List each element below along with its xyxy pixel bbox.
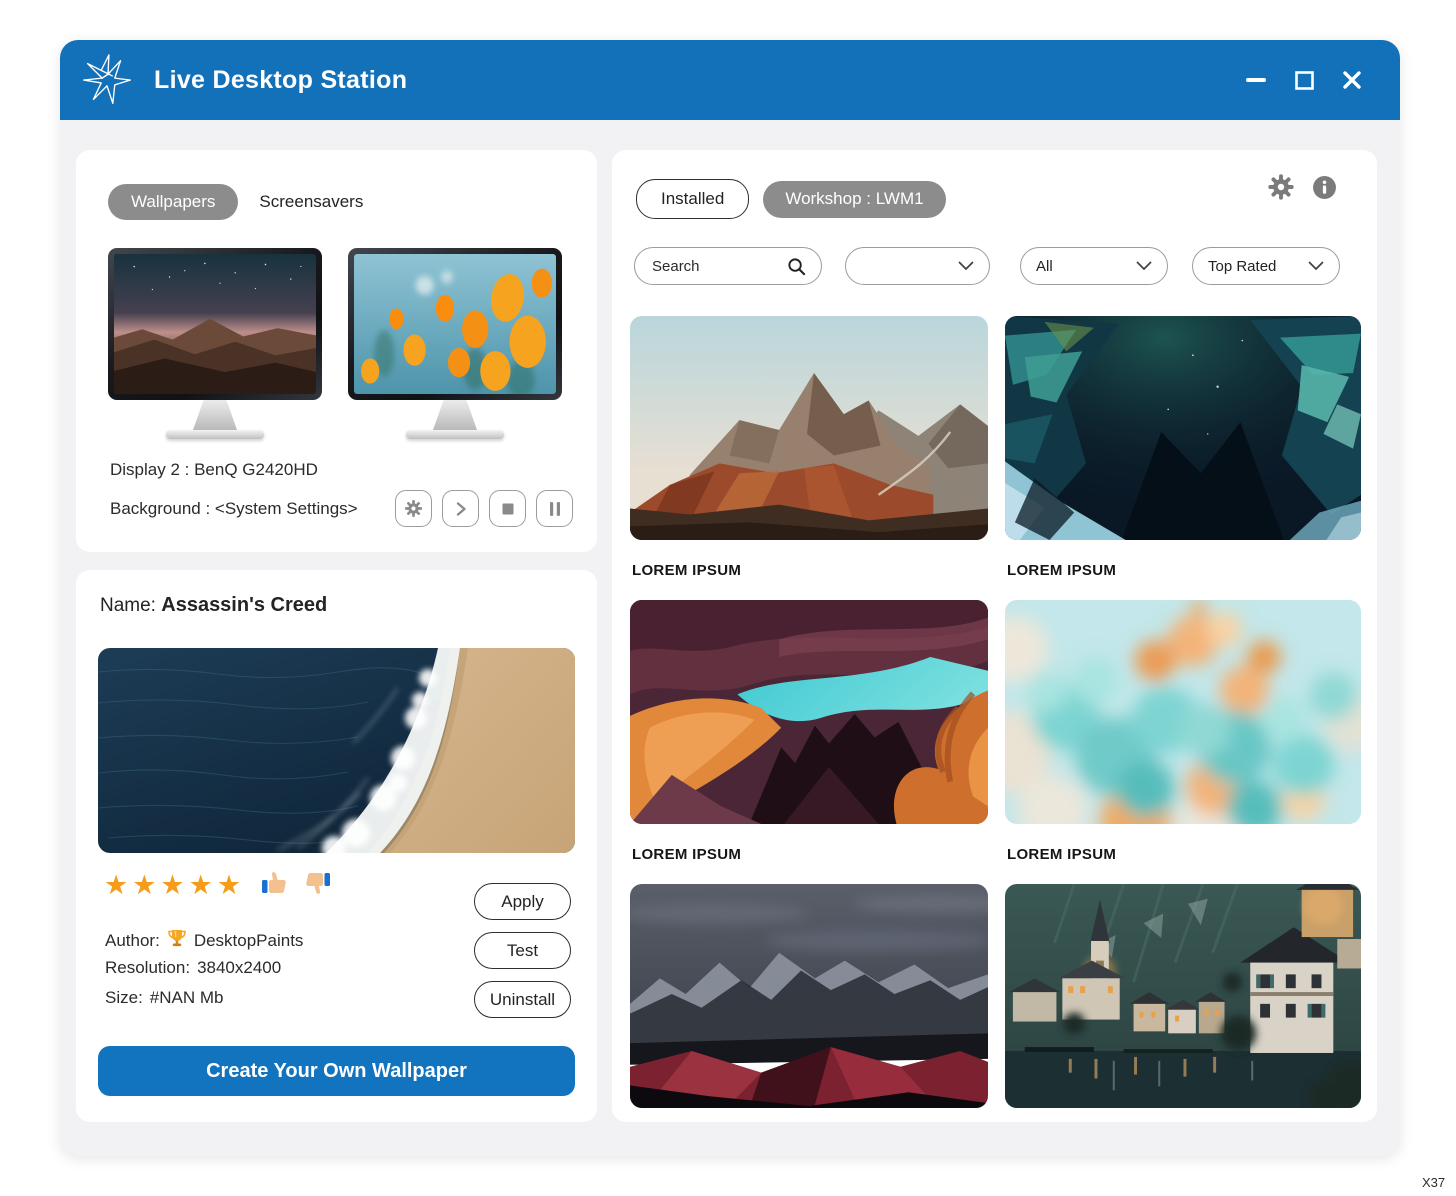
gear-icon	[1268, 174, 1294, 200]
wallpaper-name-line: Name: Assassin's Creed	[100, 594, 327, 617]
minimize-icon[interactable]	[1244, 68, 1268, 92]
monitor-preview-display1[interactable]	[108, 248, 322, 439]
trophy-icon	[167, 928, 187, 953]
search-icon	[788, 257, 806, 275]
resolution-label: Resolution:	[105, 958, 191, 977]
wallpaper-thumbnail-image	[1005, 316, 1361, 540]
author-label: Author:	[105, 930, 160, 950]
tab-wallpapers[interactable]: Wallpapers	[108, 184, 239, 220]
monitor1-wallpaper-night-desert	[114, 254, 316, 394]
uninstall-button[interactable]: Uninstall	[474, 981, 571, 1018]
close-icon[interactable]	[1340, 68, 1364, 92]
size-value: #NAN Mb	[149, 988, 224, 1007]
wallpaper-title: LOREM IPSUM	[632, 562, 742, 579]
monitor-base	[166, 430, 264, 439]
tab-screensavers[interactable]: Screensavers	[259, 184, 363, 220]
size-label: Size:	[105, 988, 143, 1007]
wallpaper-card-ink-in-water[interactable]: LOREM IPSUM	[1005, 600, 1361, 884]
wallpaper-thumbnail-image	[630, 600, 988, 824]
maximize-icon[interactable]	[1292, 68, 1316, 92]
sort-dropdown[interactable]: Top Rated	[1192, 247, 1340, 285]
name-value: Assassin's Creed	[161, 594, 328, 616]
display-info: Display 2 : BenQ G2420HD	[110, 460, 318, 479]
background-info: Background : <System Settings>	[110, 499, 358, 518]
apply-button[interactable]: Apply	[474, 883, 571, 920]
play-icon	[456, 501, 466, 516]
monitor-preview-display2[interactable]	[348, 248, 562, 439]
wallpaper-title: LOREM IPSUM	[1007, 562, 1117, 579]
search-input[interactable]	[650, 256, 784, 276]
info-icon	[1313, 175, 1336, 199]
monitor-stand	[433, 400, 477, 430]
create-wallpaper-button[interactable]: Create Your Own Wallpaper	[98, 1046, 575, 1096]
wallpaper-card-ice-canyon[interactable]: LOREM IPSUM	[1005, 316, 1361, 600]
monitor-bezel	[108, 248, 322, 400]
type-dropdown[interactable]: All	[1020, 247, 1168, 285]
author-value: DesktopPaints	[193, 930, 304, 950]
page-annotation: X37	[1422, 1175, 1446, 1190]
wallpaper-card-antelope-canyon[interactable]: LOREM IPSUM	[630, 600, 988, 884]
wallpaper-details-panel: Name: Assassin's Creed ★★★★★ Author: Des…	[76, 570, 597, 1122]
chevron-down-icon	[958, 261, 974, 271]
settings-button[interactable]	[395, 490, 432, 527]
pause-icon	[549, 501, 560, 516]
test-button[interactable]: Test	[474, 932, 571, 969]
thumbs-down-icon[interactable]	[304, 870, 331, 901]
hummingbird-logo-icon	[76, 51, 138, 109]
pause-button[interactable]	[536, 490, 573, 527]
search-field[interactable]	[634, 247, 822, 285]
workshop-panel: Installed Workshop : LWM1 Search All Top…	[612, 150, 1377, 1122]
info-button[interactable]	[1312, 175, 1337, 200]
type-selected: All	[1036, 257, 1053, 275]
wallpaper-title: LOREM IPSUM	[1007, 846, 1117, 863]
name-label: Name:	[100, 595, 156, 616]
wallpaper-thumbnail-image	[630, 316, 988, 540]
resolution-value: 3840x2400	[197, 958, 282, 977]
wallpaper-thumbnail-image	[630, 884, 988, 1108]
chevron-down-icon	[1308, 261, 1324, 271]
stop-button[interactable]	[489, 490, 526, 527]
chevron-down-icon	[1136, 261, 1152, 271]
monitor-bezel	[348, 248, 562, 400]
wallpaper-grid: LOREM IPSUM LOREM IPSUM LOREM IPSUM LORE…	[630, 316, 1361, 1122]
titlebar: Live Desktop Station	[60, 40, 1400, 120]
wallpaper-card-mountain-sunset[interactable]: LOREM IPSUM	[630, 316, 988, 600]
wallpaper-thumbnail-image	[1005, 884, 1361, 1108]
tab-installed[interactable]: Installed	[636, 179, 750, 219]
thumbs-up-icon[interactable]	[261, 870, 288, 901]
monitor-stand	[193, 400, 237, 430]
tab-workshop[interactable]: Workshop : LWM1	[763, 180, 946, 218]
monitor2-wallpaper-poppies	[354, 254, 556, 394]
app-window: Live Desktop Station Wallpapers Screensa…	[60, 40, 1400, 1156]
wallpaper-thumbnail-image	[1005, 600, 1361, 824]
rating-stars[interactable]: ★★★★★	[104, 872, 245, 899]
wallpaper-preview-ocean-wave	[98, 648, 575, 853]
wallpaper-card-crimson-mountains[interactable]	[630, 884, 988, 1122]
displays-panel: Wallpapers Screensavers Display 2: BenQ…	[76, 150, 597, 552]
monitor-base	[406, 430, 504, 439]
gear-icon	[404, 499, 423, 518]
stop-icon	[502, 503, 513, 514]
wallpaper-title: LOREM IPSUM	[632, 846, 742, 863]
wallpaper-card-hallstatt-village[interactable]	[1005, 884, 1361, 1122]
workshop-settings-button[interactable]	[1267, 173, 1295, 201]
category-dropdown[interactable]	[845, 247, 990, 285]
app-title: Live Desktop Station	[154, 65, 408, 94]
sort-selected: Top Rated	[1208, 257, 1277, 275]
play-button[interactable]	[442, 490, 479, 527]
